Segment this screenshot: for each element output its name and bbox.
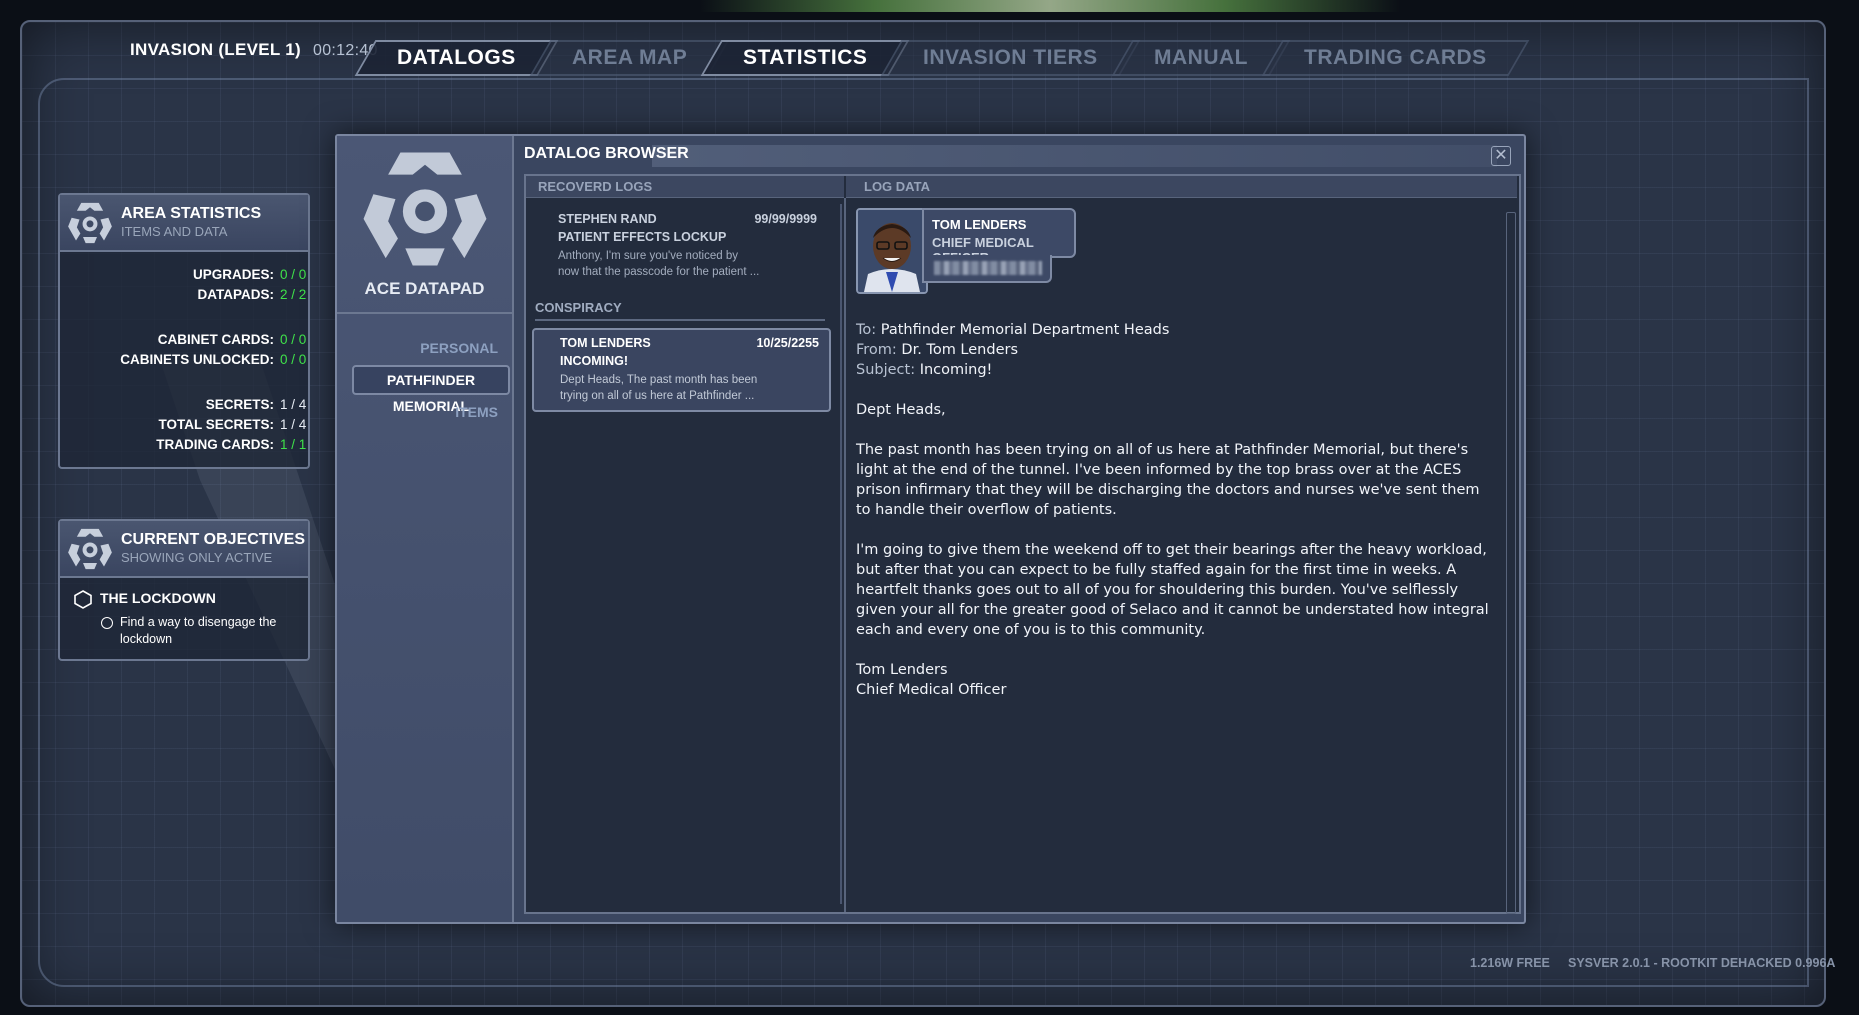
author-portrait xyxy=(856,208,928,294)
log-letter: To: Pathfinder Memorial Department Heads… xyxy=(856,320,1496,700)
author-portrait-image xyxy=(858,210,926,292)
tab-invasion-tiers[interactable]: INVASION TIERS xyxy=(880,40,1141,76)
letter-greeting: Dept Heads, xyxy=(856,402,946,418)
letter-to: To: Pathfinder Memorial Department Heads xyxy=(856,322,1170,338)
log-date: 99/99/9999 xyxy=(754,212,817,226)
nav-pathfinder-memorial[interactable]: PATHFINDER MEMORIAL xyxy=(352,365,510,414)
recovered-logs-list: STEPHEN RAND 99/99/9999 PATIENT EFFECTS … xyxy=(526,198,846,912)
current-objectives-subtitle: SHOWING ONLY ACTIVE xyxy=(121,550,273,565)
nav-items[interactable]: ITEMS xyxy=(455,404,498,420)
recovered-logs-header: RECOVERD LOGS xyxy=(526,176,844,198)
ace-datapad-logo-icon xyxy=(363,152,487,266)
stat-cabinets-unlocked: CABINETS UNLOCKED: 0 / 0 xyxy=(120,352,307,367)
author-redacted-tag xyxy=(922,255,1052,283)
browser-content: RECOVERD LOGS LOG DATA STEPHEN RAND 99/9… xyxy=(524,174,1521,914)
tab-trading-cards[interactable]: TRADING CARDS xyxy=(1261,40,1530,76)
log-group-label: CONSPIRACY xyxy=(535,300,622,315)
redacted-bar xyxy=(934,261,1042,275)
stat-secrets: SECRETS: 1 / 4 xyxy=(205,397,307,412)
nav-personal[interactable]: PERSONAL xyxy=(420,340,498,356)
current-objectives-header: CURRENT OBJECTIVES SHOWING ONLY ACTIVE xyxy=(60,521,308,578)
log-preview: Dept Heads, The past month has been tryin… xyxy=(560,374,758,402)
objective-main: THE LOCKDOWN xyxy=(100,590,216,606)
tab-statistics[interactable]: STATISTICS xyxy=(700,40,910,76)
log-preview: Anthony, I'm sure you've noticed by now t… xyxy=(558,250,760,278)
area-statistics-panel: AREA STATISTICS ITEMS AND DATA UPGRADES:… xyxy=(58,193,310,469)
letter-from: From: Dr. Tom Lenders xyxy=(856,342,1019,358)
mission-name: INVASION (LEVEL 1) xyxy=(130,40,302,59)
aces-logo-icon xyxy=(68,528,112,570)
aces-logo-icon xyxy=(68,202,112,244)
memory-free-readout: 1.216W FREE xyxy=(1470,956,1550,970)
current-objectives-title: CURRENT OBJECTIVES xyxy=(121,531,306,548)
objective-sub: Find a way to disengage the lockdown xyxy=(120,615,277,646)
log-data-header: LOG DATA xyxy=(846,176,1517,198)
log-item[interactable]: STEPHEN RAND 99/99/9999 PATIENT EFFECTS … xyxy=(532,206,827,286)
stat-datapads: DATAPADS: 2 / 2 xyxy=(197,287,307,302)
letter-subject: Subject: Incoming! xyxy=(856,362,993,378)
log-subject: PATIENT EFFECTS LOCKUP xyxy=(558,230,727,244)
objective-hexagon-icon xyxy=(74,590,92,609)
stat-upgrades: UPGRADES: 0 / 0 xyxy=(192,267,307,282)
stat-trading-cards: TRADING CARDS: 1 / 1 xyxy=(156,437,307,452)
datapad-name: ACE DATAPAD xyxy=(364,279,485,298)
datapad-sidebar: ACE DATAPAD PERSONAL PATHFINDER MEMORIAL… xyxy=(337,136,514,922)
datalog-browser: DATALOG BROWSER ✕ RECOVERD LOGS LOG DATA… xyxy=(522,136,1522,920)
mission-label: INVASION (LEVEL 1) 00:12:40 xyxy=(130,40,378,60)
current-objectives-panel: CURRENT OBJECTIVES SHOWING ONLY ACTIVE T… xyxy=(58,519,310,661)
close-button[interactable]: ✕ xyxy=(1491,146,1511,166)
log-author: STEPHEN RAND xyxy=(558,212,657,226)
log-data-scrollbar[interactable] xyxy=(1506,212,1516,914)
sidebar-divider xyxy=(337,312,512,314)
stat-total-secrets: TOTAL SECRETS: 1 / 4 xyxy=(158,417,307,432)
log-item-selected[interactable]: TOM LENDERS 10/25/2255 INCOMING! Dept He… xyxy=(532,328,831,412)
logs-scrollbar[interactable] xyxy=(840,204,842,904)
area-statistics-subtitle: ITEMS AND DATA xyxy=(121,224,228,239)
log-date: 10/25/2255 xyxy=(756,336,819,350)
stat-cabinet-cards: CABINET CARDS: 0 / 0 xyxy=(157,332,307,347)
system-version: SYSVER 2.0.1 - ROOTKIT DEHACKED 0.996A xyxy=(1568,956,1836,970)
log-author: TOM LENDERS xyxy=(560,336,651,350)
area-statistics-header: AREA STATISTICS ITEMS AND DATA xyxy=(60,195,308,252)
title-bar-rule xyxy=(652,145,1497,167)
top-glow xyxy=(700,0,1400,12)
letter-paragraph-2: I'm going to give them the weekend off t… xyxy=(856,542,1489,638)
letter-signature-title: Chief Medical Officer xyxy=(856,682,1007,698)
author-plate: TOM LENDERS CHIEF MEDICAL OFFICER xyxy=(922,208,1076,265)
letter-signature-name: Tom Lenders xyxy=(856,662,948,678)
browser-title: DATALOG BROWSER xyxy=(524,145,689,162)
subobjective-circle-icon xyxy=(101,617,113,629)
letter-paragraph-1: The past month has been trying on all of… xyxy=(856,442,1480,518)
author-name: TOM LENDERS xyxy=(932,217,1027,232)
top-tabs: DATALOGS AREA MAP STATISTICS INVASION TI… xyxy=(354,40,1530,76)
datapad-window: ACE DATAPAD PERSONAL PATHFINDER MEMORIAL… xyxy=(335,134,1526,924)
log-subject: INCOMING! xyxy=(560,354,629,368)
log-group-rule xyxy=(535,319,825,321)
tab-area-map[interactable]: AREA MAP xyxy=(529,40,730,76)
tab-datalogs[interactable]: DATALOGS xyxy=(354,40,559,76)
log-data-pane: TOM LENDERS CHIEF MEDICAL OFFICER To: Pa… xyxy=(846,198,1517,912)
area-statistics-title: AREA STATISTICS xyxy=(121,205,262,222)
